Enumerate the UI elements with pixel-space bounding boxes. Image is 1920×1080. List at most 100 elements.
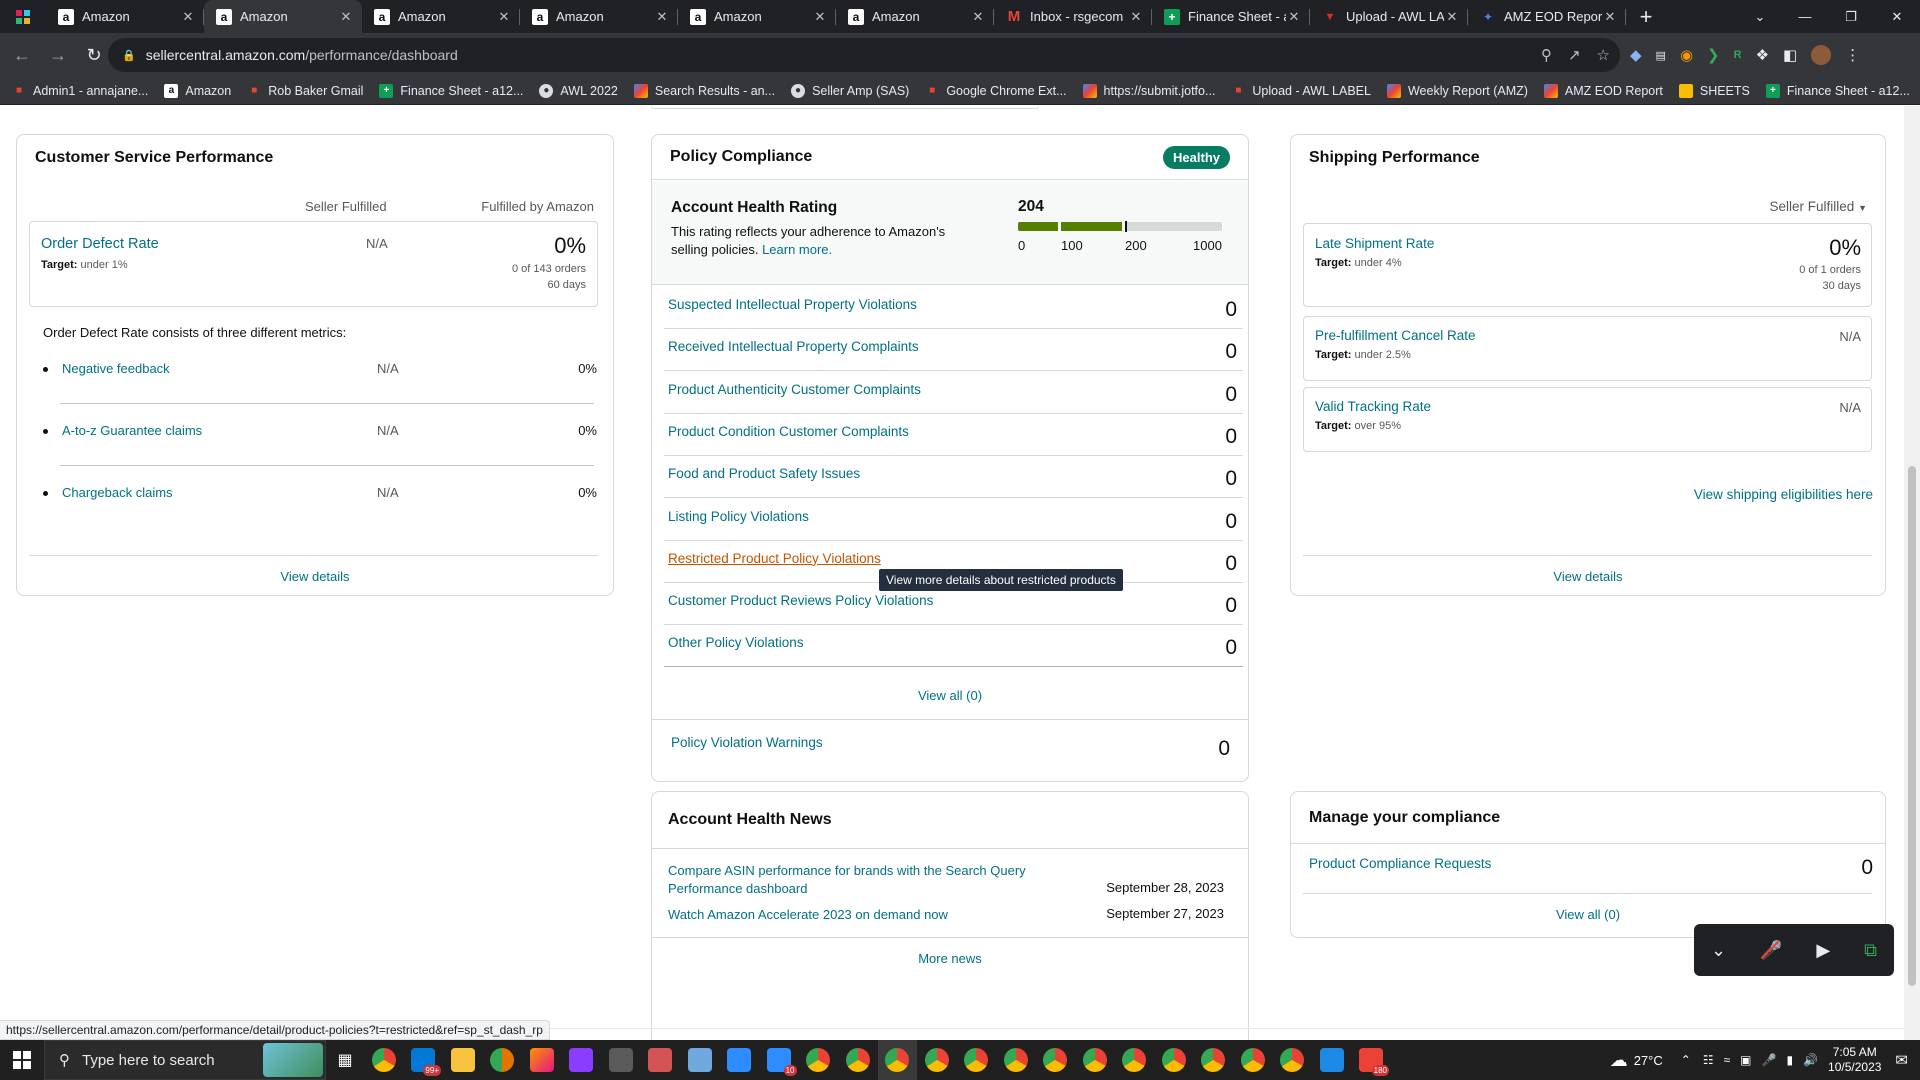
display-icon[interactable]: ▣ (1740, 1053, 1751, 1067)
chrome-profile-7-icon[interactable] (1036, 1040, 1076, 1080)
bookmark-item[interactable]: ● AWL 2022 (539, 83, 618, 98)
bookmark-item[interactable]: ■ Upload - AWL LABEL (1231, 84, 1371, 98)
browser-tab[interactable]: a Amazon ✕ (520, 0, 678, 33)
bookmark-item[interactable]: + Finance Sheet - a12... (1765, 83, 1910, 98)
chrome-profile-3-icon[interactable] (877, 1040, 917, 1080)
tab-close-icon[interactable]: ✕ (180, 9, 196, 25)
weather-icon[interactable]: ☁ (1610, 1050, 1628, 1071)
clock[interactable]: 7:05 AM 10/5/2023 (1828, 1045, 1881, 1075)
task-view-icon[interactable]: ▦ (326, 1040, 364, 1080)
more-news-link[interactable]: More news (652, 951, 1248, 966)
tab-close-icon[interactable]: ✕ (654, 9, 670, 25)
tab-list-chevron-icon[interactable]: ⌄ (1740, 0, 1780, 33)
policy-row-link[interactable]: Received Intellectual Property Complaint… (668, 339, 919, 354)
windows-start-icon[interactable] (0, 1040, 44, 1080)
policy-row-link[interactable]: Food and Product Safety Issues (668, 466, 860, 481)
side-panel-icon[interactable]: ◧ (1783, 46, 1797, 64)
chrome-profile-2-icon[interactable] (838, 1040, 878, 1080)
minimize-icon[interactable]: — (1782, 0, 1828, 33)
browser-tab[interactable]: ✦ AMZ EOD Repor ✕ (1468, 0, 1626, 33)
bookmark-item[interactable]: ■ SHEETS (1678, 83, 1750, 98)
policy-row-link[interactable]: Suspected Intellectual Property Violatio… (668, 297, 917, 312)
policy-view-all-link[interactable]: View all (0) (652, 688, 1248, 703)
chrome-profile-4-icon[interactable] (917, 1040, 957, 1080)
extension-r-icon[interactable]: R (1734, 49, 1742, 61)
microphone-icon[interactable]: 🎤 (1762, 1053, 1777, 1067)
share-screen-icon[interactable]: ⧉ (1864, 940, 1877, 961)
tab-close-icon[interactable]: ✕ (1602, 9, 1618, 25)
taskbar-search-box[interactable]: ⚲ Type here to search (44, 1040, 326, 1080)
order-defect-rate-link[interactable]: Order Defect Rate (41, 236, 159, 252)
extension-diamond-icon[interactable]: ◆ (1630, 46, 1642, 64)
calculator-icon[interactable] (601, 1040, 641, 1080)
mic-muted-icon[interactable]: 🎤 (1760, 940, 1782, 961)
policy-row-link[interactable]: Other Policy Violations (668, 635, 804, 650)
bookmark-item[interactable]: ■ Admin1 - annajane... (12, 84, 148, 98)
forward-arrow-icon[interactable]: → (40, 37, 76, 73)
policy-row-link[interactable]: Product Authenticity Customer Complaints (668, 382, 921, 397)
back-arrow-icon[interactable]: ← (4, 37, 40, 73)
tab-close-icon[interactable]: ✕ (812, 9, 828, 25)
bookmark-item[interactable]: Search Results - an... (633, 83, 775, 98)
bookmark-item[interactable]: Weekly Report (AMZ) (1386, 83, 1528, 98)
chrome-profile-13-icon[interactable] (1273, 1040, 1313, 1080)
bookmark-star-icon[interactable]: ☆ (1597, 46, 1610, 64)
reload-icon[interactable]: ↻ (76, 37, 112, 73)
tab-close-icon[interactable]: ✕ (338, 9, 354, 25)
close-window-icon[interactable]: ✕ (1874, 0, 1920, 33)
profile-avatar[interactable] (1811, 45, 1832, 65)
tab-search-icon[interactable] (0, 0, 46, 33)
bookmark-item[interactable]: ■ Rob Baker Gmail (247, 84, 363, 98)
shipping-eligibilities-link[interactable]: View shipping eligibilities here (1694, 487, 1873, 502)
pre-fulfillment-cancel-rate-link[interactable]: Pre-fulfillment Cancel Rate (1315, 328, 1476, 343)
odr-metric-link[interactable]: Negative feedback (62, 361, 170, 376)
chrome-profile-1-icon[interactable] (799, 1040, 839, 1080)
scrollbar-thumb[interactable] (1908, 466, 1916, 986)
browser-tab[interactable]: a Amazon ✕ (362, 0, 520, 33)
news-item-link[interactable]: Watch Amazon Accelerate 2023 on demand n… (668, 906, 1028, 924)
chrome-profile-5-icon[interactable] (957, 1040, 997, 1080)
collapse-chevron-icon[interactable]: ⌄ (1711, 940, 1726, 961)
shipping-view-details-link[interactable]: View details (1291, 569, 1885, 584)
battery-icon[interactable]: ▮ (1786, 1053, 1793, 1067)
cs-view-details-link[interactable]: View details (17, 569, 613, 584)
wifi-icon[interactable]: ≈ (1724, 1053, 1731, 1067)
extension-circle-icon[interactable]: ◉ (1680, 46, 1693, 64)
valid-tracking-rate-link[interactable]: Valid Tracking Rate (1315, 399, 1431, 414)
file-explorer-icon[interactable] (443, 1040, 483, 1080)
firefox-icon[interactable] (522, 1040, 562, 1080)
tab-close-icon[interactable]: ✕ (1286, 9, 1302, 25)
policy-violation-warnings-link[interactable]: Policy Violation Warnings (671, 735, 823, 750)
browser-tab[interactable]: ▼ Upload - AWL LA ✕ (1310, 0, 1468, 33)
chrome-profile-6-icon[interactable] (996, 1040, 1036, 1080)
bookmark-item[interactable]: a Amazon (164, 83, 231, 98)
chrome-profile-9-icon[interactable] (1115, 1040, 1155, 1080)
policy-row-link[interactable]: Restricted Product Policy Violations (668, 551, 881, 566)
browser-tab[interactable]: a Amazon ✕ (678, 0, 836, 33)
restore-icon[interactable]: ❐ (1828, 0, 1874, 33)
wondershare-icon[interactable] (562, 1040, 602, 1080)
late-shipment-rate-link[interactable]: Late Shipment Rate (1315, 236, 1434, 251)
chrome-profile-8-icon[interactable] (1075, 1040, 1115, 1080)
odr-metric-link[interactable]: Chargeback claims (62, 485, 173, 500)
policy-row-link[interactable]: Customer Product Reviews Policy Violatio… (668, 593, 933, 608)
learn-more-link[interactable]: Learn more. (762, 242, 832, 257)
browser-tab[interactable]: + Finance Sheet - a ✕ (1152, 0, 1310, 33)
browser-tab[interactable]: a Amazon ✕ (836, 0, 994, 33)
bookmark-item[interactable]: https://submit.jotfo... (1082, 83, 1215, 98)
product-compliance-requests-link[interactable]: Product Compliance Requests (1309, 856, 1491, 871)
news-item-link[interactable]: Compare ASIN performance for brands with… (668, 862, 1028, 898)
browser-tab[interactable]: M Inbox - rsgecom ✕ (994, 0, 1152, 33)
menu-dots-icon[interactable]: ⋮ (1845, 46, 1860, 64)
bookmark-item[interactable]: + Finance Sheet - a12... (379, 83, 523, 98)
compliance-view-all-link[interactable]: View all (0) (1291, 907, 1885, 922)
weather-temp[interactable]: 27°C (1634, 1053, 1663, 1068)
tab-close-icon[interactable]: ✕ (970, 9, 986, 25)
page-scrollbar[interactable] (1904, 106, 1920, 1040)
extension-off-icon[interactable]: ▤ (1656, 49, 1666, 62)
r-app-icon[interactable] (1312, 1040, 1352, 1080)
share-icon[interactable]: ↗ (1568, 46, 1581, 64)
shipping-filter-dropdown[interactable]: Seller Fulfilled ▼ (1770, 199, 1867, 214)
bookmark-item[interactable]: ■ Google Chrome Ext... (925, 84, 1066, 98)
tray-chevron-icon[interactable]: ⌃ (1681, 1053, 1691, 1067)
